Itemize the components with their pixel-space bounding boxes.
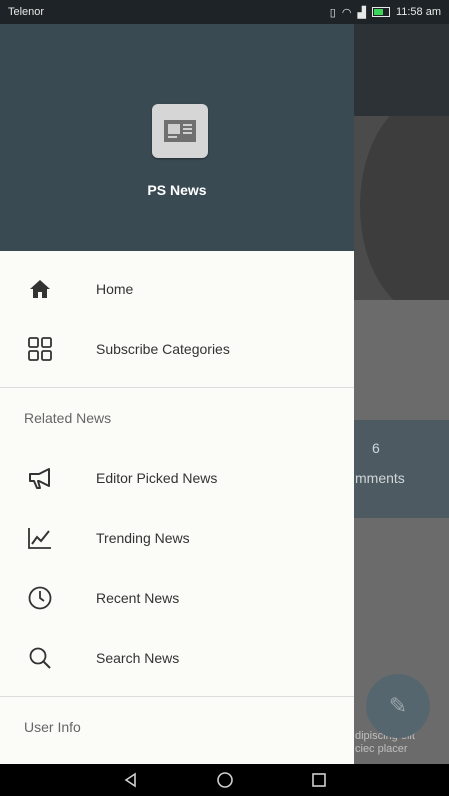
- menu-item-home[interactable]: Home: [0, 259, 354, 319]
- battery-icon: [371, 7, 390, 17]
- trending-icon: [26, 524, 54, 552]
- comments-count: 6: [372, 440, 380, 456]
- pencil-icon: ✎: [388, 693, 408, 718]
- newspaper-logo-icon: [152, 104, 208, 158]
- comments-label: mments: [355, 470, 405, 486]
- home-icon: [26, 275, 54, 303]
- menu-item-subscribe-categories[interactable]: Subscribe Categories: [0, 319, 354, 379]
- signal-icon: ▟: [357, 6, 366, 19]
- status-icons: ▯ ◠ ▟ 11:58 am: [330, 6, 441, 19]
- megaphone-icon: [26, 464, 54, 492]
- drawer-header: PS News: [0, 24, 354, 251]
- menu-item-recent-news[interactable]: Recent News: [0, 568, 354, 628]
- system-navigation-bar: [0, 764, 449, 796]
- app-name: PS News: [147, 182, 207, 198]
- wifi-icon: ◠: [341, 6, 352, 19]
- back-icon[interactable]: [119, 768, 143, 792]
- vibrate-icon: ▯: [329, 6, 336, 19]
- menu-item-search-news[interactable]: Search News: [0, 628, 354, 688]
- clock-time: 11:58 am: [395, 6, 441, 18]
- navigation-drawer: PS News Home Subscribe Categories Relate…: [0, 24, 354, 764]
- menu-label-trending-news: Trending News: [96, 530, 190, 546]
- menu-item-trending-news[interactable]: Trending News: [0, 508, 354, 568]
- section-title-related-news: Related News: [24, 410, 112, 426]
- carrier-label: Telenor: [8, 6, 45, 18]
- grid-icon: [26, 335, 54, 363]
- background-hero-shape: [360, 116, 449, 300]
- status-bar: Telenor ▯ ◠ ▟ 11:58 am: [0, 0, 449, 24]
- menu-label-search-news: Search News: [96, 650, 180, 666]
- edit-fab-button[interactable]: ✎: [366, 674, 430, 738]
- search-icon: [26, 644, 54, 672]
- section-title-user-info: User Info: [24, 719, 81, 735]
- snippet-line-2: ciec placer: [355, 743, 408, 755]
- menu-label-subscribe-categories: Subscribe Categories: [96, 341, 230, 357]
- menu-item-editor-picked-news[interactable]: Editor Picked News: [0, 448, 354, 508]
- home-button-icon[interactable]: [213, 768, 237, 792]
- menu-label-home: Home: [96, 281, 134, 297]
- recent-apps-icon[interactable]: [307, 768, 331, 792]
- menu-label-recent-news: Recent News: [96, 590, 180, 606]
- menu-label-editor-picked-news: Editor Picked News: [96, 470, 218, 486]
- clock-icon: [26, 584, 54, 612]
